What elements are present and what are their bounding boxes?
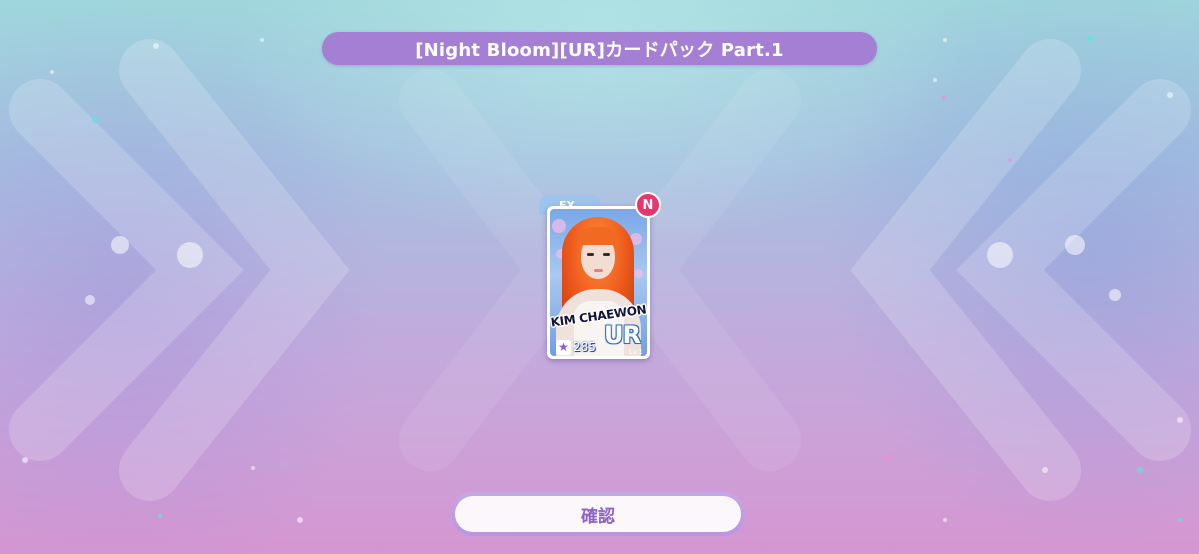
new-badge-label: N — [642, 197, 654, 213]
confirm-button-label: 確認 — [581, 506, 615, 527]
member-card-artwork: KIM CHAEWON UR Lv.1 ★ 285 — [550, 209, 647, 356]
flower-decoration — [552, 219, 566, 233]
confirm-button-frame: 確認 — [451, 492, 745, 536]
confirm-button[interactable]: 確認 — [455, 496, 741, 532]
member-card[interactable]: KIM CHAEWON UR Lv.1 ★ 285 — [547, 206, 650, 359]
member-lips — [594, 269, 603, 272]
card-power: ★ 285 — [556, 339, 596, 355]
card-power-value: 285 — [573, 340, 596, 354]
member-eye — [587, 253, 594, 256]
member-fringe — [578, 227, 618, 245]
card-level: Lv.1 — [628, 348, 643, 356]
member-eye — [603, 253, 610, 256]
card-pack-title: [Night Bloom][UR]カードパック Part.1 — [415, 39, 784, 61]
card-pack-title-bar: [Night Bloom][UR]カードパック Part.1 — [322, 32, 877, 65]
new-badge: N — [635, 192, 661, 218]
star-icon: ★ — [556, 339, 571, 355]
flower-decoration — [634, 269, 643, 278]
card-rarity: UR — [604, 321, 641, 349]
